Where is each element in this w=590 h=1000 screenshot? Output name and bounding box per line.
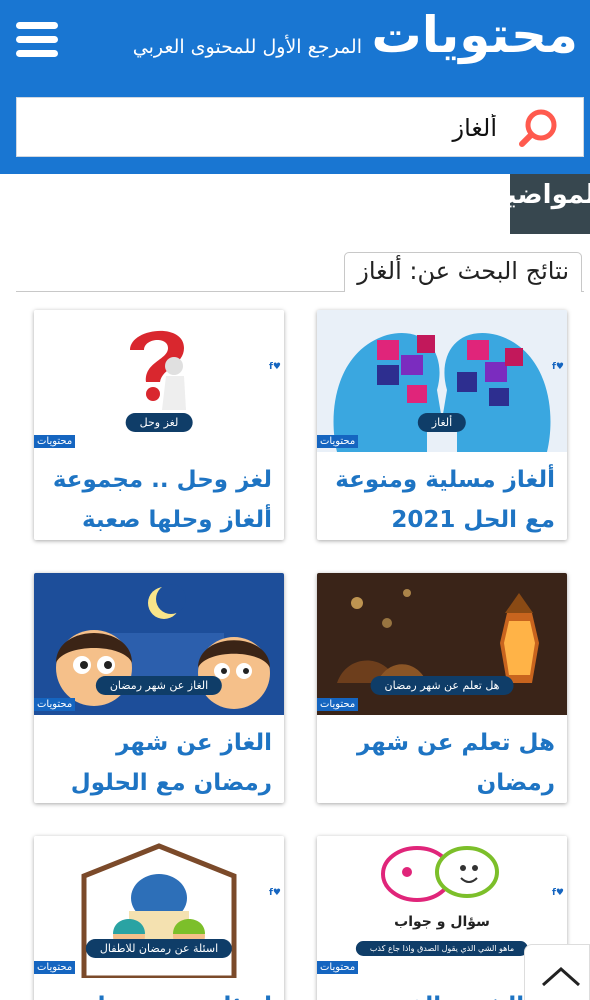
result-card[interactable]: f♥ ألغاز محتويات ألغاز مسلية ومنوعة مع ا… <box>317 310 567 540</box>
side-tab[interactable]: المواضيع <box>510 174 590 234</box>
card-thumbnail: الغاز عن شهر رمضان محتويات <box>34 573 284 715</box>
site-tagline: المرجع الأول للمحتوى العربي <box>132 36 362 58</box>
thumbnail-heading: سؤال و جواب <box>394 914 490 930</box>
thumbnail-caption: اسئلة عن رمضان للاطفال <box>85 939 233 958</box>
thumbnail-brand: محتويات <box>317 961 359 974</box>
hamburger-icon[interactable] <box>16 22 58 58</box>
thumbnail-brand: محتويات <box>34 698 76 711</box>
card-thumbnail: f♥ لغز وحل محتويات <box>34 310 284 452</box>
thumbnail-brand: محتويات <box>317 698 359 711</box>
thumbnail-caption: ماهو الشي الذي يقول الصدق واذا جاع كذب <box>355 941 529 956</box>
search-icon[interactable] <box>517 107 561 149</box>
result-card[interactable]: الغاز عن شهر رمضان محتويات الغاز عن شهر … <box>34 573 284 803</box>
card-thumbnail: f♥ ألغاز محتويات <box>317 310 567 452</box>
menu-bar <box>16 50 58 57</box>
menu-bar <box>16 22 58 29</box>
card-title[interactable]: لغز وحل .. مجموعة ألغاز وحلها صعبة <box>34 452 284 540</box>
result-card[interactable]: f♥ اسئلة عن رمضان للاطفال محتويات اسئلة … <box>34 836 284 1000</box>
social-icons: f♥ <box>269 362 281 372</box>
search-bar <box>16 97 584 157</box>
result-card[interactable]: f♥ لغز وحل محتويات لغز وحل .. مجموعة ألغ… <box>34 310 284 540</box>
thumbnail-caption: لغز وحل <box>125 413 193 432</box>
card-thumbnail: f♥ اسئلة عن رمضان للاطفال محتويات <box>34 836 284 978</box>
side-tab-label: المواضيع <box>510 180 590 210</box>
search-input[interactable] <box>27 106 497 150</box>
site-header: المرجع الأول للمحتوى العربي محتويات <box>0 0 590 174</box>
card-title[interactable]: الغاز عن شهر رمضان مع الحلول 2021 <box>34 715 284 803</box>
site-logo[interactable]: محتويات <box>371 6 578 64</box>
results-heading: نتائج البحث عن: ألغاز <box>344 252 582 292</box>
thumbnail-caption: هل تعلم عن شهر رمضان <box>370 676 514 695</box>
thumbnail-caption: الغاز عن شهر رمضان <box>95 676 223 695</box>
card-title[interactable]: ألغاز مسلية ومنوعة مع الحل 2021 <box>317 452 567 540</box>
social-icons: f♥ <box>269 888 281 898</box>
card-thumbnail: هل تعلم عن شهر رمضان محتويات <box>317 573 567 715</box>
card-title[interactable]: هل تعلم عن شهر رمضان <box>317 715 567 803</box>
thumbnail-caption: ألغاز <box>417 413 467 432</box>
card-title[interactable]: اسئلة عن رمضان <box>34 978 284 1000</box>
result-card[interactable]: هل تعلم عن شهر رمضان محتويات هل تعلم عن … <box>317 573 567 803</box>
thumbnail-brand: محتويات <box>34 435 76 448</box>
social-icons: f♥ <box>552 362 564 372</box>
thumbnail-brand: محتويات <box>34 961 76 974</box>
menu-bar <box>16 36 58 43</box>
chevron-up-icon <box>542 966 580 987</box>
social-icons: f♥ <box>552 888 564 898</box>
thumbnail-brand: محتويات <box>317 435 359 448</box>
scroll-top-button[interactable] <box>524 944 590 1000</box>
